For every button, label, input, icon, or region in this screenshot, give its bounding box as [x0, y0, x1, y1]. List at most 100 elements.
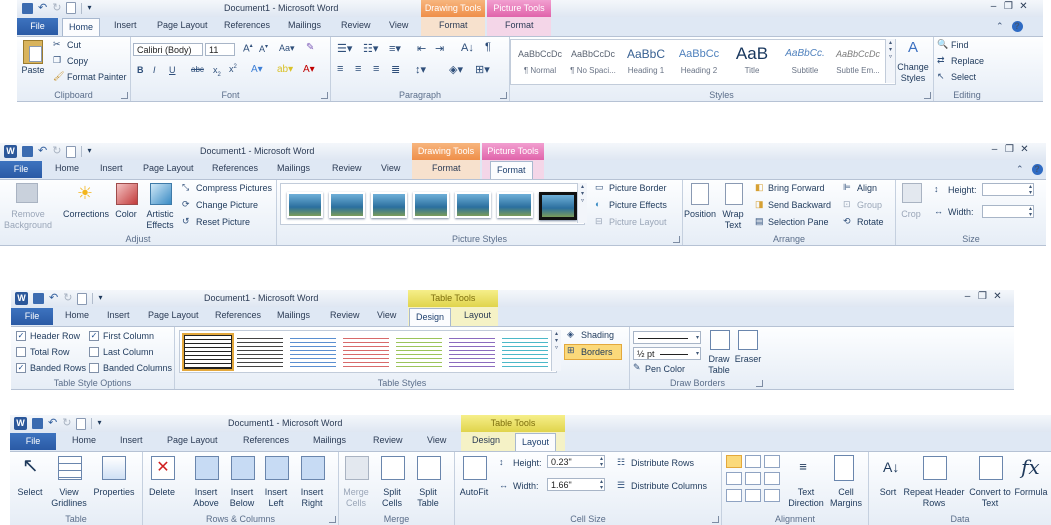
picture-style-thumbnail[interactable] [497, 192, 533, 218]
dialog-launcher-icon[interactable] [673, 236, 680, 243]
tab-references[interactable]: References [215, 310, 261, 320]
crop-button[interactable]: Crop [898, 209, 924, 220]
formula-button[interactable]: Formula [1011, 487, 1051, 498]
clear-formatting-icon[interactable]: ✎ [306, 42, 314, 53]
font-size-combo[interactable]: 11 [205, 43, 235, 56]
tab-mailings[interactable]: Mailings [277, 163, 310, 173]
increase-indent-icon[interactable]: ⇥ [435, 42, 444, 55]
draw-table-button[interactable]: Draw Table [704, 354, 734, 376]
table-style-thumbnail[interactable] [502, 335, 548, 367]
find-button[interactable]: Find [951, 40, 969, 50]
tab-layout[interactable]: Layout [464, 310, 491, 320]
tab-mailings[interactable]: Mailings [277, 310, 310, 320]
picture-style-thumbnail[interactable] [413, 192, 449, 218]
properties-icon[interactable] [102, 456, 126, 480]
new-document-icon[interactable] [77, 292, 88, 305]
style-3[interactable]: AaBbCc Heading 2 [674, 42, 724, 75]
insert-above-icon[interactable] [195, 456, 219, 480]
select-button[interactable]: Select [951, 72, 976, 82]
word-logo-icon[interactable]: W [15, 292, 28, 305]
column-width-input[interactable]: 1.66" ▴ ▾ [547, 478, 605, 491]
split-cells-icon[interactable] [381, 456, 405, 480]
tab-design[interactable]: Design [409, 308, 452, 326]
position-button[interactable]: Position [683, 209, 717, 220]
send-backward-button[interactable]: Send Backward [768, 200, 831, 210]
eraser-icon[interactable] [738, 330, 758, 350]
help-icon[interactable]: ? [1031, 164, 1043, 175]
insert-right-button[interactable]: Insert Right [293, 487, 331, 509]
repeat-header-rows-button[interactable]: Repeat Header Rows [903, 487, 965, 509]
eraser-button[interactable]: Eraser [733, 354, 763, 365]
autofit-button[interactable]: AutoFit [455, 487, 493, 498]
row-height-input[interactable]: 0.23" ▴ ▾ [547, 455, 605, 468]
format-painter-button[interactable]: Format Painter [67, 72, 127, 82]
picture-layout-button[interactable]: Picture Layout [609, 217, 667, 227]
repeat-header-rows-icon[interactable] [923, 456, 947, 480]
multilevel-list-icon[interactable]: ≡▾ [389, 42, 401, 55]
tab-file[interactable]: File [10, 433, 56, 450]
delete-icon[interactable]: ✕ [151, 456, 175, 480]
undo-icon[interactable]: ↶ [38, 2, 47, 14]
merge-cells-icon[interactable] [345, 456, 369, 480]
remove-background-button[interactable]: Remove Background [2, 209, 54, 231]
align-center-icon[interactable]: ≡ [355, 63, 361, 75]
view-gridlines-icon[interactable] [58, 456, 82, 480]
tab-format-drawing[interactable]: Format [439, 20, 468, 30]
merge-cells-button[interactable]: Merge Cells [339, 487, 373, 509]
text-direction-button[interactable]: Text Direction [786, 487, 826, 509]
split-table-button[interactable]: Split Table [411, 487, 445, 509]
sort-icon[interactable]: A↓ [461, 42, 474, 54]
picture-style-thumbnail[interactable] [287, 192, 323, 218]
tab-format-picture[interactable]: Format [505, 20, 534, 30]
tab-references[interactable]: References [224, 20, 270, 30]
tab-insert[interactable]: Insert [114, 20, 137, 30]
table-style-thumbnail[interactable] [343, 335, 389, 367]
align-cell-icon[interactable] [764, 455, 780, 468]
tab-view[interactable]: View [427, 435, 446, 445]
tab-view[interactable]: View [389, 20, 408, 30]
distribute-rows-button[interactable]: Distribute Rows [631, 458, 694, 468]
dialog-launcher-icon[interactable] [500, 92, 507, 99]
cell-margins-button[interactable]: Cell Margins [826, 487, 866, 509]
insert-below-icon[interactable] [231, 456, 255, 480]
grow-font-icon[interactable]: A▴ [243, 42, 253, 54]
draw-table-icon[interactable] [710, 330, 730, 350]
borders-icon[interactable]: ⊞▾ [475, 63, 490, 76]
height-input[interactable]: ▴ ▾ [982, 183, 1034, 196]
shrink-font-icon[interactable]: A▾ [259, 43, 268, 54]
tab-home[interactable]: Home [72, 435, 96, 445]
table-style-thumbnail[interactable] [396, 335, 442, 367]
customize-qat-icon[interactable]: ▾ [97, 418, 108, 429]
reset-picture-button[interactable]: Reset Picture [196, 217, 250, 227]
line-spacing-icon[interactable]: ↕▾ [415, 63, 426, 76]
tab-insert[interactable]: Insert [100, 163, 123, 173]
style-5[interactable]: AaBbCc. Subtitle [780, 42, 830, 75]
align-right-icon[interactable]: ≡ [373, 63, 379, 75]
save-icon[interactable] [22, 2, 33, 14]
redo-icon[interactable]: ↻ [52, 146, 61, 157]
corrections-icon[interactable]: ☀ [74, 182, 96, 204]
tab-insert[interactable]: Insert [107, 310, 130, 320]
word-logo-icon[interactable]: W [4, 145, 17, 158]
compress-pictures-button[interactable]: Compress Pictures [196, 183, 272, 193]
align-cell-icon[interactable] [764, 489, 780, 502]
dialog-launcher-icon[interactable] [329, 516, 336, 523]
new-document-icon[interactable] [66, 145, 77, 158]
align-cell-icon[interactable] [764, 472, 780, 485]
cut-button[interactable]: Cut [67, 40, 81, 50]
insert-below-button[interactable]: Insert Below [223, 487, 261, 509]
align-cell-icon[interactable] [745, 472, 761, 485]
picture-style-thumbnail[interactable] [539, 192, 577, 220]
header-row-checkbox[interactable]: ✓ [16, 331, 26, 341]
tab-layout[interactable]: Layout [515, 433, 557, 451]
bold-icon[interactable]: B [137, 65, 144, 75]
table-style-thumbnail[interactable] [290, 335, 336, 367]
tab-page-layout[interactable]: Page Layout [148, 310, 199, 320]
collapse-ribbon-icon[interactable]: ⌃ [996, 21, 1004, 32]
undo-icon[interactable]: ↶ [49, 293, 58, 304]
tab-page-layout[interactable]: Page Layout [157, 20, 208, 30]
gallery-scroll[interactable]: ▴ ▾ ▿ [577, 183, 587, 223]
split-cells-button[interactable]: Split Cells [375, 487, 409, 509]
pen-color-button[interactable]: Pen Color [645, 364, 685, 374]
customize-qat-icon[interactable]: ▾ [87, 146, 98, 157]
